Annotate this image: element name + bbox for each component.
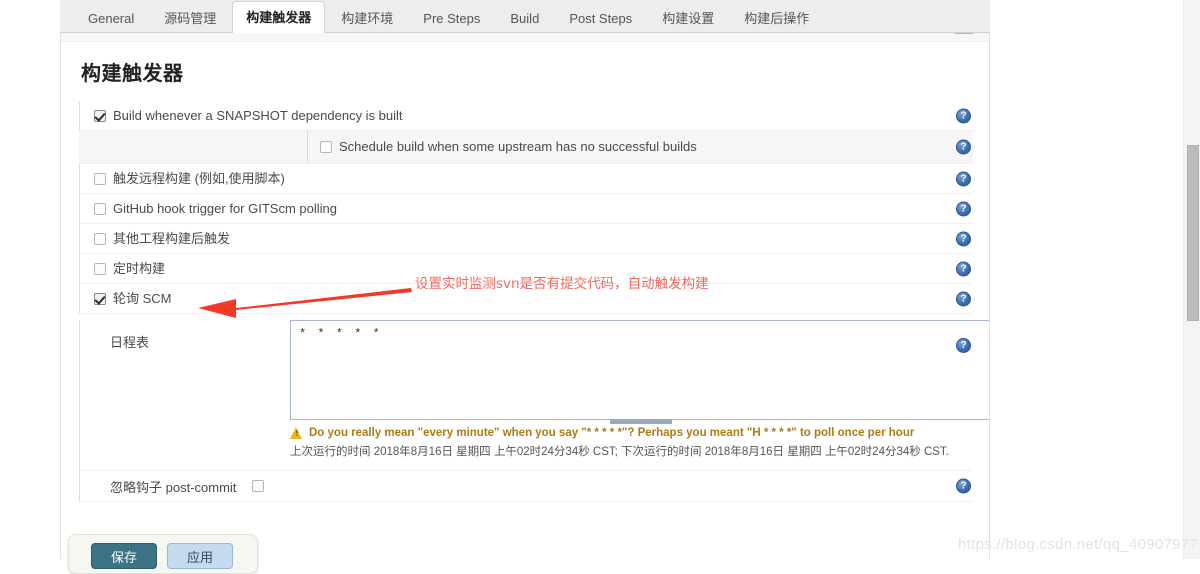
warning-triangle-icon [290, 427, 304, 440]
schedule-warning-line: Do you really mean "every minute" when y… [290, 426, 989, 441]
tab-general[interactable]: General [74, 2, 148, 34]
help-question-icon[interactable] [956, 261, 971, 276]
checkbox-poll-scm[interactable] [94, 293, 106, 305]
checkbox-after-other-projects[interactable] [94, 233, 106, 245]
checkbox-trigger-remote-build[interactable] [94, 173, 106, 185]
triggers-form: Build whenever a SNAPSHOT dependency is … [79, 101, 989, 502]
tab-post-build-actions[interactable]: 构建后操作 [730, 2, 823, 34]
config-tab-bar: General 源码管理 构建触发器 构建环境 Pre Steps Build … [60, 0, 990, 34]
tab-build-environment[interactable]: 构建环境 [327, 2, 407, 34]
tab-label: 构建环境 [341, 11, 394, 26]
tab-label: Post Steps [569, 11, 633, 26]
trigger-label: GitHub hook trigger for GITScm polling [113, 201, 337, 216]
row-left-rule [79, 194, 90, 223]
help-question-icon[interactable] [956, 201, 971, 216]
help-question-icon[interactable] [956, 108, 971, 123]
row-left-rule [79, 101, 90, 130]
tab-list: General 源码管理 构建触发器 构建环境 Pre Steps Build … [60, 0, 990, 34]
schedule-field-label: 日程表 [110, 335, 150, 350]
help-question-icon[interactable] [956, 478, 971, 494]
panel-top-strip [61, 33, 989, 42]
form-action-bar: 保存 应用 [68, 534, 258, 574]
trigger-label: 其他工程构建后触发 [113, 231, 231, 246]
trigger-checkbox-cell[interactable]: 触发远程构建 (例如,使用脚本) [90, 164, 973, 193]
trigger-row-snapshot[interactable]: Build whenever a SNAPSHOT dependency is … [79, 101, 973, 131]
checkbox-scheduled-build[interactable] [94, 263, 106, 275]
row-left-rule [79, 320, 90, 470]
tab-post-steps[interactable]: Post Steps [555, 2, 646, 34]
tab-label: Pre Steps [423, 11, 481, 26]
trigger-row-github-hook[interactable]: GitHub hook trigger for GITScm polling [79, 194, 973, 224]
schedule-field-area: Do you really mean "every minute" when y… [290, 320, 989, 470]
tab-label: General [88, 11, 135, 26]
page-title: 构建触发器 [81, 63, 184, 85]
watermark-text: https://blog.csdn.net/qq_40907977 [958, 536, 1199, 553]
tab-label: 构建后操作 [744, 11, 810, 26]
page-scrollbar[interactable] [1183, 0, 1200, 559]
sub-option-row-schedule-upstream[interactable]: Schedule build when some upstream has no… [79, 131, 973, 164]
row-left-rule [79, 471, 90, 501]
checkbox-github-hook-trigger[interactable] [94, 203, 106, 215]
schedule-warning-text: Do you really mean "every minute" when y… [309, 427, 915, 439]
ignore-post-commit-hooks-row[interactable]: 忽略钩子 post-commit [79, 471, 973, 502]
trigger-label: 轮询 SCM [113, 291, 172, 306]
trigger-label: 定时构建 [113, 261, 166, 276]
schedule-warning-area: Do you really mean "every minute" when y… [290, 420, 989, 470]
help-question-icon[interactable] [956, 291, 971, 306]
save-button[interactable]: 保存 [91, 543, 157, 569]
trigger-row-after-other-projects[interactable]: 其他工程构建后触发 [79, 224, 973, 254]
tab-label: Build [510, 11, 540, 26]
trigger-checkbox-cell[interactable]: 其他工程构建后触发 [90, 224, 973, 253]
trigger-label: 触发远程构建 (例如,使用脚本) [113, 171, 285, 186]
ignore-post-commit-label: 忽略钩子 post-commit [110, 479, 237, 495]
trigger-label: Build whenever a SNAPSHOT dependency is … [113, 108, 403, 123]
schedule-cron-input[interactable] [290, 320, 989, 420]
tab-label: 源码管理 [164, 11, 217, 26]
trigger-row-remote-build[interactable]: 触发远程构建 (例如,使用脚本) [79, 164, 973, 194]
row-left-rule [79, 164, 90, 193]
annotation-text: 设置实时监测svn是否有提交代码，自动触发构建 [415, 276, 709, 292]
checkbox-schedule-upstream[interactable] [320, 141, 332, 153]
build-triggers-panel: 构建触发器 Build whenever a SNAPSHOT dependen… [60, 33, 990, 559]
trigger-checkbox-cell[interactable]: Build whenever a SNAPSHOT dependency is … [90, 101, 973, 130]
row-left-rule [79, 284, 90, 313]
schedule-config-block: 日程表 Do you really mean "every minute" wh… [79, 314, 989, 471]
row-left-rule [79, 254, 90, 283]
help-question-icon[interactable] [956, 139, 971, 155]
tab-label: 构建设置 [662, 11, 715, 26]
tab-build[interactable]: Build [496, 2, 553, 34]
page-root: General 源码管理 构建触发器 构建环境 Pre Steps Build … [0, 0, 1200, 574]
page-scrollbar-thumb[interactable] [1187, 145, 1199, 321]
tab-build-settings[interactable]: 构建设置 [648, 2, 728, 34]
tab-source-management[interactable]: 源码管理 [150, 2, 230, 34]
textarea-resize-handle[interactable] [610, 419, 672, 424]
tab-pre-steps[interactable]: Pre Steps [409, 2, 494, 34]
sub-option-checkbox-cell[interactable]: Schedule build when some upstream has no… [307, 131, 973, 163]
help-question-icon[interactable] [956, 338, 971, 353]
help-question-icon[interactable] [956, 171, 971, 186]
tab-label: 构建触发器 [246, 10, 312, 25]
trigger-checkbox-cell[interactable]: GitHub hook trigger for GITScm polling [90, 194, 973, 223]
apply-button[interactable]: 应用 [167, 543, 233, 569]
schedule-run-times: 上次运行的时间 2018年8月16日 星期四 上午02时24分34秒 CST; … [290, 446, 949, 458]
sub-option-label: Schedule build when some upstream has no… [339, 139, 697, 154]
scroll-position-marker[interactable] [954, 33, 974, 34]
help-question-icon[interactable] [956, 231, 971, 246]
tab-build-triggers[interactable]: 构建触发器 [232, 1, 326, 34]
row-left-rule [79, 224, 90, 253]
checkbox-snapshot-dependency[interactable] [94, 110, 106, 122]
page-left-gutter [0, 0, 60, 559]
checkbox-ignore-post-commit[interactable] [252, 480, 265, 492]
page-right-gutter [990, 0, 1170, 559]
